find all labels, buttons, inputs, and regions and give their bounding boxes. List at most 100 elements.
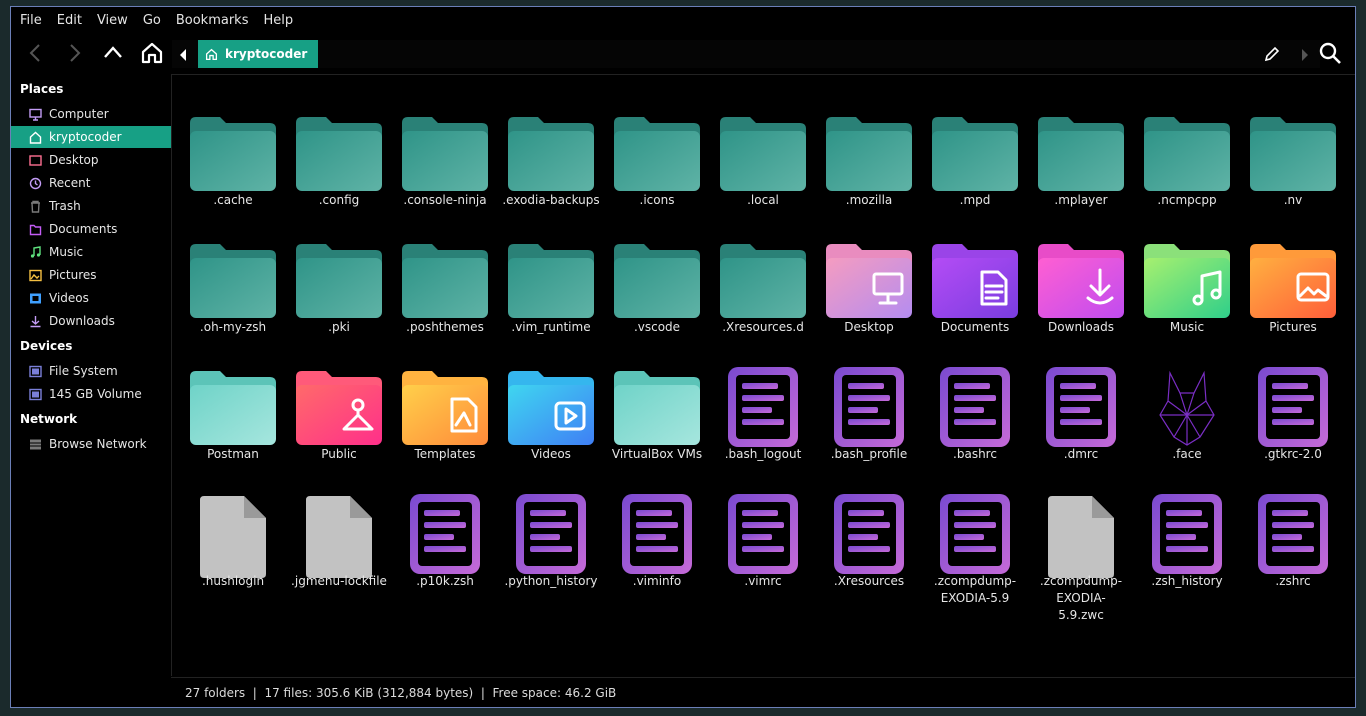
folder-icon xyxy=(716,236,810,326)
file-item[interactable]: .bashrc xyxy=(922,363,1028,488)
folder-item[interactable]: .exodia-backups xyxy=(498,109,604,234)
menu-help[interactable]: Help xyxy=(263,13,293,28)
folder-item[interactable]: .vim_runtime xyxy=(498,236,604,361)
sidebar-item-label: Videos xyxy=(49,291,89,305)
file-item[interactable]: .bash_profile xyxy=(816,363,922,488)
folder-icon xyxy=(504,109,598,199)
sidebar-item-file-system[interactable]: File System xyxy=(11,360,171,382)
file-item[interactable]: .jgmenu-lockfile xyxy=(286,490,392,615)
folder-item[interactable]: .mozilla xyxy=(816,109,922,234)
up-button[interactable] xyxy=(98,38,128,68)
file-name: Documents xyxy=(940,320,1010,334)
file-item[interactable]: .gtkrc-2.0 xyxy=(1240,363,1346,488)
folder-item[interactable]: Pictures xyxy=(1240,236,1346,361)
file-item[interactable]: .zsh_history xyxy=(1134,490,1240,615)
folder-item[interactable]: VirtualBox VMs xyxy=(604,363,710,488)
sidebar-item-label: Recent xyxy=(49,176,91,190)
file-name: Pictures xyxy=(1269,320,1317,334)
breadcrumb-label: kryptocoder xyxy=(225,47,308,61)
sidebar-item-computer[interactable]: Computer xyxy=(11,103,171,125)
folder-item[interactable]: .nv xyxy=(1240,109,1346,234)
sidebar-item-label: 145 GB Volume xyxy=(49,387,142,401)
path-scroll-right-icon[interactable] xyxy=(1300,47,1310,66)
search-button[interactable] xyxy=(1315,38,1345,68)
file-name: Postman xyxy=(207,447,259,461)
home-icon xyxy=(29,131,42,144)
file-item[interactable]: .zcompdump-EXODIA-5.9.zwc xyxy=(1028,490,1134,622)
file-name: .jgmenu-lockfile xyxy=(291,574,387,588)
file-name: .local xyxy=(747,193,779,207)
file-item[interactable]: .vimrc xyxy=(710,490,816,615)
sidebar-item-145-gb-volume[interactable]: 145 GB Volume xyxy=(11,383,171,405)
file-item[interactable]: .face xyxy=(1134,363,1240,488)
menu-bookmarks[interactable]: Bookmarks xyxy=(176,13,249,28)
forward-button[interactable] xyxy=(59,38,89,68)
file-item[interactable]: .bash_logout xyxy=(710,363,816,488)
text-icon xyxy=(928,363,1022,453)
folder-item[interactable]: .mpd xyxy=(922,109,1028,234)
folder-item[interactable]: .pki xyxy=(286,236,392,361)
folder-item[interactable]: .vscode xyxy=(604,236,710,361)
file-item[interactable]: .dmrc xyxy=(1028,363,1134,488)
sidebar-item-recent[interactable]: Recent xyxy=(11,172,171,194)
folder-item[interactable]: .local xyxy=(710,109,816,234)
folder-item[interactable]: .console-ninja xyxy=(392,109,498,234)
file-item[interactable]: .Xresources xyxy=(816,490,922,615)
sidebar-item-downloads[interactable]: Downloads xyxy=(11,310,171,332)
file-item[interactable]: .p10k.zsh xyxy=(392,490,498,615)
folder-item[interactable]: .mplayer xyxy=(1028,109,1134,234)
file-name: .zcompdump-EXODIA-5.9 xyxy=(933,574,1017,605)
folder-icon xyxy=(610,236,704,326)
folder-item[interactable]: Templates xyxy=(392,363,498,488)
folder-light-icon xyxy=(186,363,280,453)
sidebar-item-label: File System xyxy=(49,364,118,378)
folder-item[interactable]: .icons xyxy=(604,109,710,234)
pencil-icon[interactable] xyxy=(1264,46,1280,66)
file-item[interactable]: .python_history xyxy=(498,490,604,615)
folder-item[interactable]: Postman xyxy=(180,363,286,488)
chevron-left-icon xyxy=(29,44,40,62)
file-item[interactable]: .hushlogin xyxy=(180,490,286,615)
folder-item[interactable]: Documents xyxy=(922,236,1028,361)
folder-item[interactable]: Desktop xyxy=(816,236,922,361)
file-item[interactable]: .zcompdump-EXODIA-5.9 xyxy=(922,490,1028,615)
path-scroll-left-icon[interactable] xyxy=(178,47,188,66)
folder-item[interactable]: Music xyxy=(1134,236,1240,361)
folder-item[interactable]: .poshthemes xyxy=(392,236,498,361)
sidebar-item-videos[interactable]: Videos xyxy=(11,287,171,309)
back-button[interactable] xyxy=(21,38,51,68)
sidebar-item-trash[interactable]: Trash xyxy=(11,195,171,217)
folder-item[interactable]: .config xyxy=(286,109,392,234)
menu-go[interactable]: Go xyxy=(143,13,161,28)
file-name: .mpd xyxy=(959,193,991,207)
file-name: .Xresources.d xyxy=(722,320,804,334)
sidebar-item-kryptocoder[interactable]: kryptocoder xyxy=(11,126,171,148)
sidebar-item-documents[interactable]: Documents xyxy=(11,218,171,240)
menu-view[interactable]: View xyxy=(97,13,128,28)
folder-item[interactable]: .Xresources.d xyxy=(710,236,816,361)
folder-item[interactable]: .cache xyxy=(180,109,286,234)
folder-item[interactable]: Downloads xyxy=(1028,236,1134,361)
folder-item[interactable]: Videos xyxy=(498,363,604,488)
file-name: .Xresources xyxy=(833,574,905,588)
text-icon xyxy=(398,490,492,580)
music-icon xyxy=(29,245,42,259)
file-item[interactable]: .zshrc xyxy=(1240,490,1346,615)
menu-file[interactable]: File xyxy=(20,13,42,28)
folder-item[interactable]: .ncmpcpp xyxy=(1134,109,1240,234)
sidebar-item-music[interactable]: Music xyxy=(11,241,171,263)
folder-item[interactable]: .oh-my-zsh xyxy=(180,236,286,361)
sidebar-item-label: Computer xyxy=(49,107,109,121)
breadcrumb-home[interactable]: kryptocoder xyxy=(198,40,319,68)
home-button[interactable] xyxy=(137,38,167,68)
sidebar-item-browse-network[interactable]: Browse Network xyxy=(11,433,171,455)
folder-icon xyxy=(610,109,704,199)
sidebar-item-pictures[interactable]: Pictures xyxy=(11,264,171,286)
file-name: .oh-my-zsh xyxy=(199,320,267,334)
file-item[interactable]: .viminfo xyxy=(604,490,710,615)
home-icon xyxy=(141,42,163,64)
sidebar-item-desktop[interactable]: Desktop xyxy=(11,149,171,171)
menu-edit[interactable]: Edit xyxy=(57,13,82,28)
folder-item[interactable]: Public xyxy=(286,363,392,488)
sidebar-item-label: Trash xyxy=(49,199,81,213)
